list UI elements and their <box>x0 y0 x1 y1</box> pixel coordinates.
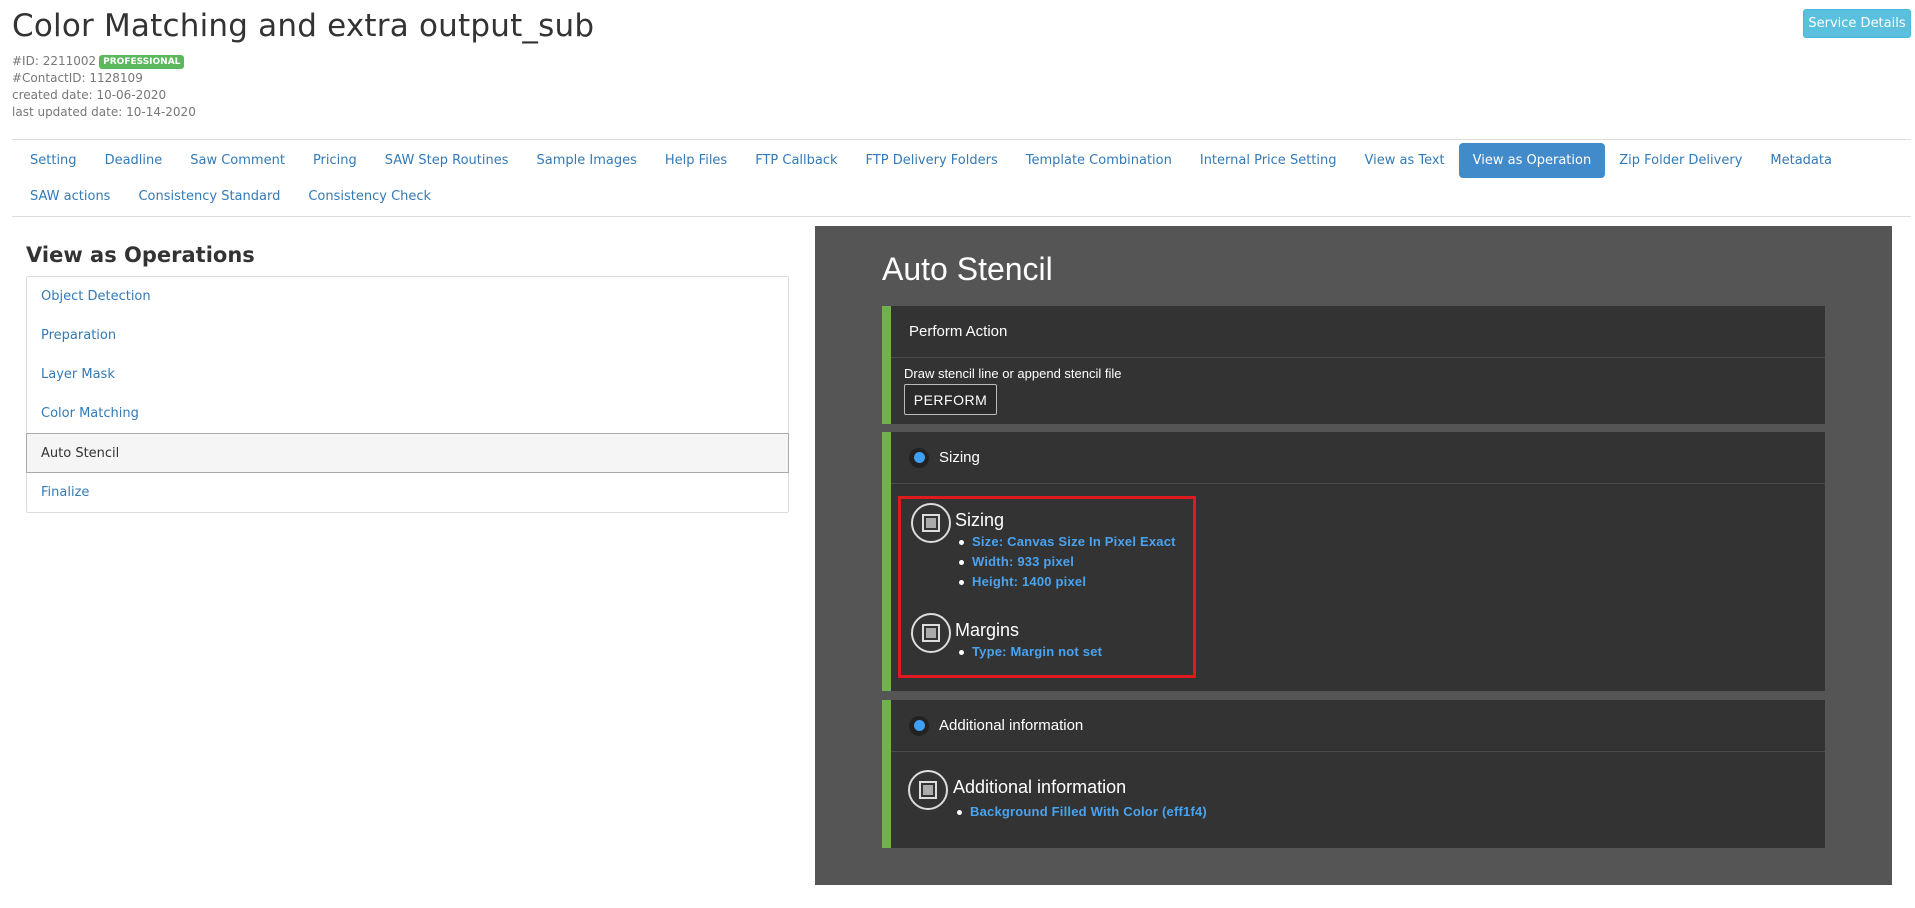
list-item: Background Filled With Color (eff1f4) <box>955 802 1207 822</box>
margins-section-icon <box>911 613 951 653</box>
list-item: Height: 1400 pixel <box>957 572 1176 592</box>
tab-template-combination[interactable]: Template Combination <box>1012 143 1186 178</box>
service-details-button[interactable]: Service Details <box>1803 9 1911 38</box>
sizing-card-header[interactable]: Sizing <box>891 432 1825 484</box>
detail-title: Auto Stencil <box>882 251 1053 287</box>
plan-badge: PROFESSIONAL <box>99 55 185 69</box>
contact-id-line: #ContactID: 1128109 <box>12 71 143 85</box>
square-icon <box>922 514 940 532</box>
square-icon <box>919 781 937 799</box>
id-line: #ID: 2211002 PROFESSIONAL <box>12 53 196 70</box>
list-item: Type: Margin not set <box>957 642 1102 662</box>
tab-bar: Setting Deadline Saw Comment Pricing SAW… <box>16 143 1896 214</box>
operations-list: Object Detection Preparation Layer Mask … <box>26 276 789 513</box>
sizing-section-icon <box>911 503 951 543</box>
operation-finalize[interactable]: Finalize <box>27 473 788 512</box>
tab-ftp-delivery-folders[interactable]: FTP Delivery Folders <box>852 143 1012 178</box>
tab-metadata[interactable]: Metadata <box>1756 143 1846 178</box>
tab-saw-comment[interactable]: Saw Comment <box>176 143 299 178</box>
perform-button[interactable]: PERFORM <box>904 384 997 415</box>
tab-consistency-standard[interactable]: Consistency Standard <box>124 179 294 214</box>
additional-info-card: Additional information Additional inform… <box>882 700 1825 848</box>
sizing-highlight-box: Sizing Size: Canvas Size In Pixel Exact … <box>898 496 1196 678</box>
additional-info-header[interactable]: Additional information <box>891 700 1825 752</box>
tabs-divider-top <box>12 139 1911 140</box>
operation-object-detection[interactable]: Object Detection <box>27 277 788 316</box>
list-item: Width: 933 pixel <box>957 552 1176 572</box>
tab-zip-folder-delivery[interactable]: Zip Folder Delivery <box>1605 143 1756 178</box>
tab-deadline[interactable]: Deadline <box>91 143 177 178</box>
tab-consistency-check[interactable]: Consistency Check <box>294 179 445 214</box>
additional-info-section-icon <box>908 770 948 810</box>
tab-saw-step-routines[interactable]: SAW Step Routines <box>371 143 523 178</box>
updated-date-line: last updated date: 10-14-2020 <box>12 105 196 119</box>
perform-description: Draw stencil line or append stencil file <box>904 366 1122 381</box>
tab-sample-images[interactable]: Sample Images <box>523 143 651 178</box>
created-date-line: created date: 10-06-2020 <box>12 88 167 102</box>
radio-dot-icon <box>909 715 929 736</box>
tab-pricing[interactable]: Pricing <box>299 143 371 178</box>
tab-help-files[interactable]: Help Files <box>651 143 741 178</box>
sizing-card-header-label: Sizing <box>939 449 980 466</box>
tab-saw-actions[interactable]: SAW actions <box>16 179 124 214</box>
sizing-card: Sizing Sizing Size: Canvas Size In Pixel… <box>882 432 1825 691</box>
additional-info-list: Background Filled With Color (eff1f4) <box>955 802 1207 822</box>
operation-preparation[interactable]: Preparation <box>27 316 788 355</box>
sizing-section-title: Sizing <box>955 510 1005 530</box>
operations-title: View as Operations <box>26 243 255 267</box>
perform-action-header: Perform Action <box>891 306 1825 358</box>
additional-info-section-title: Additional information <box>953 777 1127 797</box>
operation-auto-stencil[interactable]: Auto Stencil <box>26 433 789 473</box>
operation-layer-mask[interactable]: Layer Mask <box>27 355 788 394</box>
operation-color-matching[interactable]: Color Matching <box>27 394 788 433</box>
tab-view-as-operation[interactable]: View as Operation <box>1458 143 1606 178</box>
tab-setting[interactable]: Setting <box>16 143 91 178</box>
margins-section-title: Margins <box>955 620 1020 640</box>
square-icon <box>922 624 940 642</box>
tab-view-as-text[interactable]: View as Text <box>1351 143 1459 178</box>
service-meta: #ID: 2211002 PROFESSIONAL #ContactID: 112… <box>12 53 196 121</box>
tabs-divider-bottom <box>12 216 1911 217</box>
page-title: Color Matching and extra output_sub <box>12 8 595 44</box>
perform-action-header-label: Perform Action <box>909 323 1008 340</box>
tab-ftp-callback[interactable]: FTP Callback <box>741 143 851 178</box>
additional-info-header-label: Additional information <box>939 717 1084 734</box>
list-item: Size: Canvas Size In Pixel Exact <box>957 532 1176 552</box>
radio-dot-icon <box>909 447 929 468</box>
sizing-details-list: Size: Canvas Size In Pixel Exact Width: … <box>957 532 1176 592</box>
perform-action-card: Perform Action Draw stencil line or appe… <box>882 306 1825 424</box>
tab-internal-price-setting[interactable]: Internal Price Setting <box>1186 143 1351 178</box>
id-text: #ID: 2211002 <box>12 54 97 68</box>
margins-details-list: Type: Margin not set <box>957 642 1102 662</box>
